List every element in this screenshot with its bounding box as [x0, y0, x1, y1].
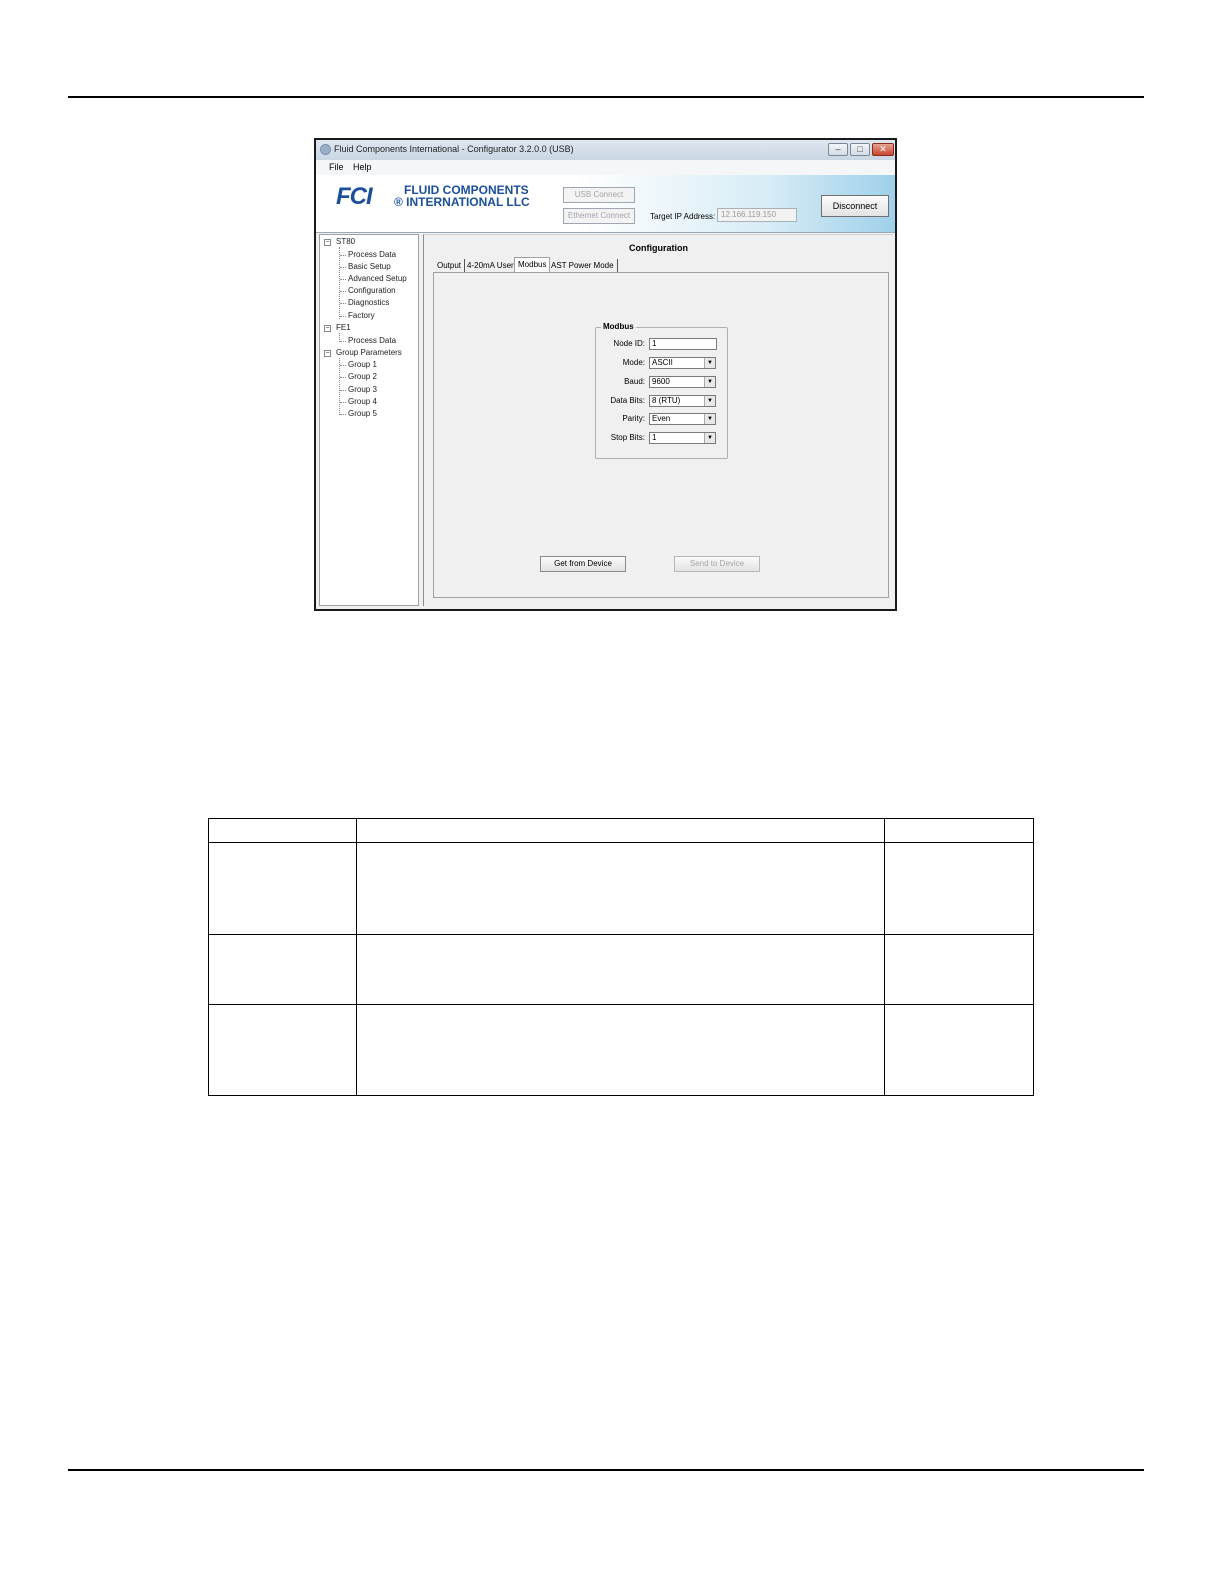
data-bits-select[interactable]: 8 (RTU) ▼: [649, 395, 716, 407]
minus-box-icon[interactable]: −: [324, 239, 331, 246]
target-ip-label: Target IP Address:: [650, 212, 716, 221]
tab-output[interactable]: Output: [434, 259, 466, 272]
app-icon: [320, 144, 331, 155]
target-ip-field[interactable]: 12.166.119.150: [717, 208, 797, 222]
chevron-down-icon[interactable]: ▼: [704, 433, 715, 443]
tree-item-configuration[interactable]: Configuration: [340, 286, 396, 295]
tree-item-factory[interactable]: Factory: [340, 311, 375, 320]
content-panel: Configuration Output 4-20mA User Modbus …: [423, 234, 893, 606]
tree-item-fe1-process-data[interactable]: Process Data: [339, 336, 396, 345]
navigation-tree: − ST80 Process Data Basic Setup Advanced…: [319, 234, 419, 606]
configurator-window: Fluid Components International - Configu…: [314, 138, 897, 611]
parity-row: Parity: Even ▼: [596, 413, 729, 426]
parity-select[interactable]: Even ▼: [649, 413, 716, 425]
tab-4-20ma-user[interactable]: 4-20mA User: [464, 259, 518, 272]
tree-node-fe1[interactable]: FE1: [336, 323, 351, 332]
stop-bits-label: Stop Bits:: [610, 433, 645, 442]
baud-select[interactable]: 9600 ▼: [649, 376, 716, 388]
minimize-button[interactable]: –: [828, 143, 848, 156]
header-rule: [68, 96, 1144, 98]
node-id-row: Node ID: 1: [596, 338, 729, 351]
window-title: Fluid Components International - Configu…: [334, 144, 574, 154]
tree-item-group-4[interactable]: Group 4: [340, 397, 377, 406]
mode-select[interactable]: ASCII ▼: [649, 357, 716, 369]
page-title: Configuration: [629, 243, 688, 253]
modbus-tab-panel: Modbus Node ID: 1 Mode: ASCII ▼ Baud: 96…: [433, 272, 889, 598]
tree-item-group-2[interactable]: Group 2: [340, 372, 377, 381]
data-bits-row: Data Bits: 8 (RTU) ▼: [596, 395, 729, 408]
minus-box-icon[interactable]: −: [324, 325, 331, 332]
tree-item-advanced-setup[interactable]: Advanced Setup: [340, 274, 407, 283]
table-row-divider: [209, 1004, 1033, 1005]
chevron-down-icon[interactable]: ▼: [704, 358, 715, 368]
usb-connect-button[interactable]: USB Connect: [563, 187, 635, 203]
menu-file[interactable]: File: [329, 162, 344, 172]
stop-bits-value: 1: [652, 433, 657, 442]
tree-item-group-1[interactable]: Group 1: [340, 360, 377, 369]
data-bits-label: Data Bits:: [610, 396, 645, 405]
tree-item-basic-setup[interactable]: Basic Setup: [340, 262, 391, 271]
maximize-button[interactable]: □: [850, 143, 870, 156]
chevron-down-icon[interactable]: ▼: [704, 414, 715, 424]
get-from-device-button[interactable]: Get from Device: [540, 556, 626, 572]
baud-row: Baud: 9600 ▼: [596, 376, 729, 389]
node-id-field[interactable]: 1: [649, 338, 717, 350]
tree-item-diagnostics[interactable]: Diagnostics: [339, 298, 389, 307]
parity-label: Parity:: [622, 414, 645, 423]
empty-table: [208, 818, 1034, 1096]
minus-box-icon[interactable]: −: [324, 350, 331, 357]
tree-item-group-3[interactable]: Group 3: [340, 385, 377, 394]
mode-value: ASCII: [652, 358, 673, 367]
tree-item-group-5[interactable]: Group 5: [340, 409, 377, 418]
group-title: Modbus: [601, 322, 636, 331]
baud-label: Baud:: [624, 377, 645, 386]
table-row-divider: [209, 842, 1033, 843]
fci-logo: FCI: [336, 183, 373, 210]
parity-value: Even: [652, 414, 671, 423]
menu-bar: File Help: [316, 160, 895, 175]
disconnect-button[interactable]: Disconnect: [821, 195, 889, 217]
table-column-divider: [884, 819, 885, 1095]
send-to-device-button[interactable]: Send to Device: [674, 556, 760, 572]
tree-node-st80[interactable]: ST80: [336, 237, 355, 246]
modbus-group: Modbus Node ID: 1 Mode: ASCII ▼ Baud: 96…: [595, 322, 729, 459]
company-name-line2: ® INTERNATIONAL LLC: [394, 195, 530, 209]
close-button[interactable]: ✕: [872, 143, 894, 156]
tree-line: [339, 247, 340, 319]
title-bar: Fluid Components International - Configu…: [316, 140, 895, 161]
table-column-divider: [356, 819, 357, 1095]
table-row-divider: [209, 934, 1033, 935]
baud-value: 9600: [652, 377, 670, 386]
node-id-label: Node ID:: [613, 339, 645, 348]
company-name: FLUID COMPONENTS ® INTERNATIONAL LLC: [394, 184, 530, 208]
ethernet-connect-button[interactable]: Ethernet Connect: [563, 208, 635, 224]
stop-bits-row: Stop Bits: 1 ▼: [596, 432, 729, 445]
app-header: FCI FLUID COMPONENTS ® INTERNATIONAL LLC…: [316, 175, 895, 233]
mode-row: Mode: ASCII ▼: [596, 357, 729, 370]
tree-line: [339, 358, 340, 415]
chevron-down-icon[interactable]: ▼: [704, 377, 715, 387]
mode-label: Mode:: [622, 358, 645, 367]
data-bits-value: 8 (RTU): [652, 396, 681, 405]
footer-rule: [68, 1469, 1144, 1471]
tree-item-process-data[interactable]: Process Data: [339, 250, 396, 259]
tab-modbus[interactable]: Modbus: [514, 257, 551, 272]
menu-help[interactable]: Help: [353, 162, 372, 172]
stop-bits-select[interactable]: 1 ▼: [649, 432, 716, 444]
chevron-down-icon[interactable]: ▼: [704, 396, 715, 406]
tab-ast-power-mode[interactable]: AST Power Mode: [548, 259, 618, 272]
tree-node-group-parameters[interactable]: Group Parameters: [336, 348, 402, 357]
